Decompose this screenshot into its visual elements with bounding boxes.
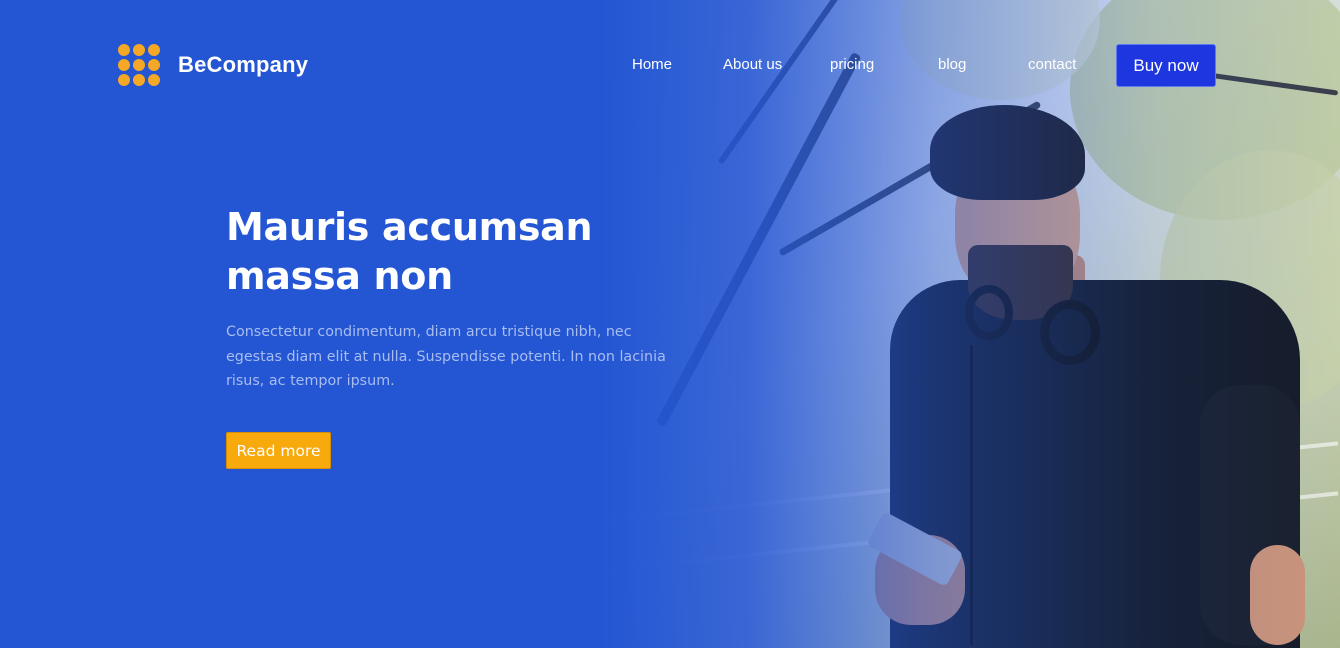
nav-item-pricing[interactable]: pricing <box>830 56 874 73</box>
read-more-button[interactable]: Read more <box>226 432 331 469</box>
blue-gradient-overlay <box>600 0 1340 648</box>
nav-item-contact[interactable]: contact <box>1028 56 1076 73</box>
buy-now-button[interactable]: Buy now <box>1116 44 1216 87</box>
nav-item-about[interactable]: About us <box>723 56 782 73</box>
hero-description: Consectetur condimentum, diam arcu trist… <box>226 324 666 389</box>
nav-item-blog[interactable]: blog <box>938 56 966 73</box>
nav-item-home[interactable]: Home <box>632 56 672 73</box>
hero-title: Mauris accumsan massa non <box>226 205 593 298</box>
